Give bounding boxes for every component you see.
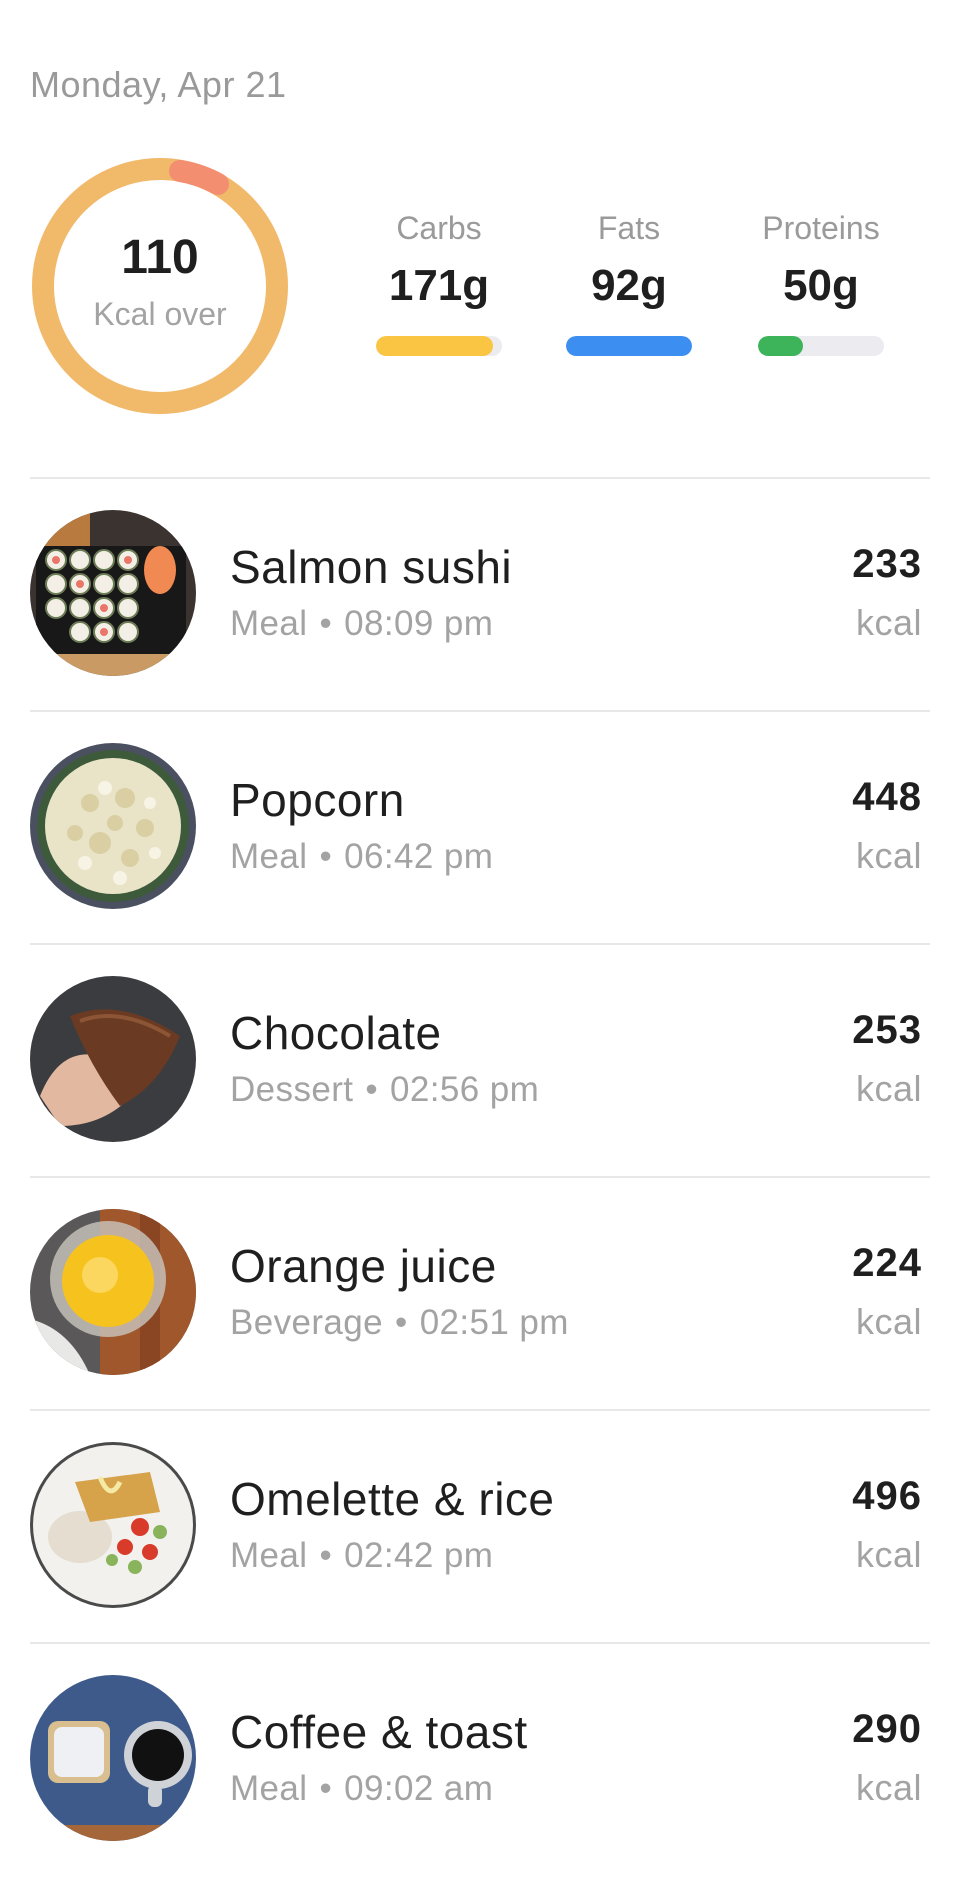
food-entry[interactable]: Coffee & toast Meal • 09:02 am 290 kcal xyxy=(0,1643,956,1875)
entry-time: 02:42 pm xyxy=(344,1536,494,1575)
macro-value: 171g xyxy=(388,261,490,310)
food-entry[interactable]: Orange juice Beverage • 02:51 pm 224 kcal xyxy=(0,1177,956,1409)
coffee-toast-photo xyxy=(30,1675,196,1841)
entry-category: Dessert xyxy=(230,1070,354,1109)
entry-time: 06:42 pm xyxy=(344,837,494,876)
entry-category: Meal xyxy=(230,837,308,876)
kcal-over-value: 110 xyxy=(121,230,199,284)
entry-kcal: 253 xyxy=(852,1008,922,1052)
entry-meta: Meal • 06:42 pm xyxy=(230,837,493,877)
entry-time: 09:02 am xyxy=(344,1769,494,1808)
entry-kcal-unit: kcal xyxy=(855,835,922,876)
entry-name: Coffee & toast xyxy=(230,1706,528,1758)
separator-dot: • xyxy=(319,1536,333,1575)
entry-kcal: 224 xyxy=(852,1241,922,1285)
entry-name: Chocolate xyxy=(230,1007,442,1059)
sushi-photo xyxy=(30,510,196,676)
daily-summary: 110 Kcal over Carbs 171g Fats 92g Protei… xyxy=(0,0,956,480)
kcal-over-label: Kcal over xyxy=(93,295,227,332)
entry-category: Meal xyxy=(230,604,308,643)
macro-label: Carbs xyxy=(396,210,482,246)
entry-meta: Meal • 09:02 am xyxy=(230,1769,493,1809)
entry-kcal-unit: kcal xyxy=(855,1767,922,1808)
fats-progress-bar xyxy=(566,336,692,356)
entry-time: 02:51 pm xyxy=(419,1303,569,1342)
food-entry[interactable]: Salmon sushi Meal • 08:09 pm 233 kcal xyxy=(0,478,956,710)
macro-value: 50g xyxy=(783,261,859,310)
separator-dot: • xyxy=(319,1769,333,1808)
macro-label: Proteins xyxy=(762,210,880,246)
entry-category: Meal xyxy=(230,1536,308,1575)
food-entry[interactable]: Chocolate Dessert • 02:56 pm 253 kcal xyxy=(0,944,956,1176)
food-entry[interactable]: Omelette & rice Meal • 02:42 pm 496 kcal xyxy=(0,1410,956,1642)
entry-kcal: 496 xyxy=(852,1474,922,1518)
chocolate-photo xyxy=(30,976,196,1142)
entry-name: Popcorn xyxy=(230,774,405,826)
entry-kcal-unit: kcal xyxy=(855,602,922,643)
entry-kcal: 448 xyxy=(852,775,922,819)
popcorn-photo xyxy=(30,743,196,909)
macro-proteins: Proteins 50g xyxy=(758,210,884,311)
separator-dot: • xyxy=(319,604,333,643)
entry-kcal: 233 xyxy=(852,542,922,586)
separator-dot: • xyxy=(319,837,333,876)
carbs-progress-bar xyxy=(376,336,502,356)
entry-kcal-unit: kcal xyxy=(855,1068,922,1109)
entry-category: Beverage xyxy=(230,1303,384,1342)
orange-juice-photo xyxy=(30,1209,196,1375)
entry-kcal-unit: kcal xyxy=(855,1534,922,1575)
entry-meta: Dessert • 02:56 pm xyxy=(230,1070,539,1110)
macro-fats: Fats 92g xyxy=(566,210,692,311)
separator-dot: • xyxy=(365,1070,379,1109)
entry-kcal: 290 xyxy=(852,1707,922,1751)
entry-kcal-unit: kcal xyxy=(855,1301,922,1342)
omelette-photo xyxy=(30,1442,196,1608)
entry-name: Salmon sushi xyxy=(230,541,513,593)
entry-time: 08:09 pm xyxy=(344,604,494,643)
entry-name: Orange juice xyxy=(230,1240,497,1292)
calorie-ring-label: 110 Kcal over xyxy=(30,156,290,416)
separator-dot: • xyxy=(395,1303,408,1342)
proteins-progress-bar xyxy=(758,336,884,356)
entry-meta: Meal • 08:09 pm xyxy=(230,604,493,644)
food-entry[interactable]: Popcorn Meal • 06:42 pm 448 kcal xyxy=(0,711,956,943)
macro-label: Fats xyxy=(597,210,661,246)
entry-category: Meal xyxy=(230,1769,308,1808)
entry-name: Omelette & rice xyxy=(230,1473,555,1525)
entry-time: 02:56 pm xyxy=(390,1070,540,1109)
macro-value: 92g xyxy=(591,261,667,310)
macro-carbs: Carbs 171g xyxy=(376,210,502,311)
entry-meta: Meal • 02:42 pm xyxy=(230,1536,493,1576)
entry-meta: Beverage • 02:51 pm xyxy=(230,1303,569,1343)
